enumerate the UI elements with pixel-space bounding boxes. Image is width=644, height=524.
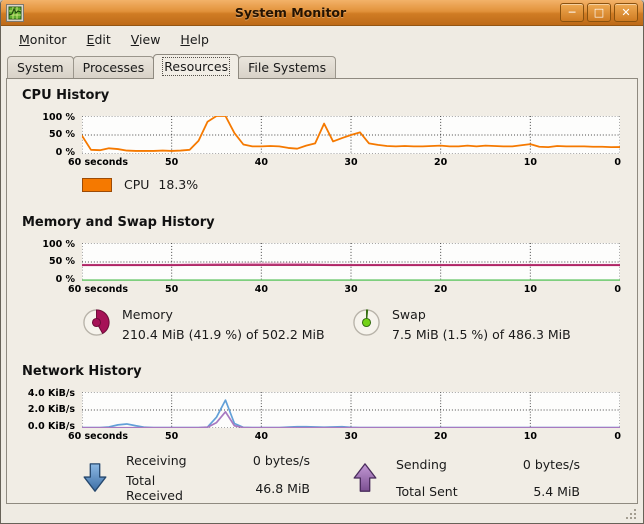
tab-processes[interactable]: Processes	[72, 56, 155, 78]
tab-file-systems[interactable]: File Systems	[238, 56, 337, 78]
cpu-legend-label: CPU	[124, 177, 150, 192]
memory-label: Memory	[122, 307, 173, 322]
swap-detail: 7.5 MiB (1.5 %) of 486.3 MiB	[392, 327, 571, 342]
cpu-x-axis: 60 seconds 50 40 30 20 10 0	[68, 157, 621, 168]
network-chart: 4.0 KiB/s 2.0 KiB/s 0.0 KiB/s 60 seconds 50…	[22, 388, 621, 445]
memory-x-axis: 60 seconds 50 40 30 20 10 0	[68, 284, 621, 295]
memory-swap-history-title: Memory and Swap History	[22, 215, 215, 230]
total-received-label: Total Received	[126, 473, 183, 503]
resize-grip[interactable]	[626, 509, 638, 521]
total-received-value: 46.8 MiB	[255, 480, 310, 496]
resources-panel: CPU History 100 % 50 % 0 % 60 seconds 50 40 3…	[6, 78, 638, 504]
window-title: System Monitor	[234, 5, 347, 20]
cpu-graph	[82, 116, 620, 154]
cpu-y-axis: 100 % 50 % 0 %	[42, 112, 75, 158]
minimize-button[interactable]: ─	[560, 3, 584, 22]
system-monitor-app-icon	[6, 3, 24, 22]
network-stats: Receiving 0 bytes/s Total Received 46.8 …	[82, 453, 622, 503]
cpu-legend: CPU 18.3%	[82, 177, 622, 192]
system-monitor-window: System Monitor ─ □ ✕ Monitor Edit View H…	[0, 0, 644, 524]
receiving-value: 0 bytes/s	[252, 453, 310, 468]
swap-legend: Swap 7.5 MiB (1.5 %) of 486.3 MiB	[352, 306, 622, 343]
network-graph	[82, 392, 620, 428]
sending-label: Sending	[396, 456, 447, 472]
swap-pie-icon	[353, 309, 380, 336]
menubar: Monitor Edit View Help	[1, 26, 643, 52]
network-x-axis: 60 seconds 50 40 30 20 10 0	[68, 431, 621, 442]
tab-system[interactable]: System	[7, 56, 74, 78]
sending-value: 0 bytes/s	[522, 456, 580, 472]
receiving-arrow-icon	[83, 463, 107, 492]
tab-bar: System Processes Resources File Systems	[1, 52, 643, 79]
cpu-history-title: CPU History	[22, 88, 110, 103]
swap-label: Swap	[392, 307, 426, 322]
menu-help[interactable]: Help	[170, 28, 219, 51]
memory-y-axis: 100 % 50 % 0 %	[42, 239, 75, 285]
memory-pie-icon	[83, 309, 110, 336]
menu-monitor[interactable]: Monitor	[9, 28, 77, 51]
memory-swap-legends: Memory 210.4 MiB (41.9 %) of 502.2 MiB S…	[82, 306, 622, 343]
memory-detail: 210.4 MiB (41.9 %) of 502.2 MiB	[122, 327, 325, 342]
total-sent-value: 5.4 MiB	[533, 484, 580, 500]
menu-edit[interactable]: Edit	[77, 28, 121, 51]
memory-legend: Memory 210.4 MiB (41.9 %) of 502.2 MiB	[82, 306, 352, 343]
network-y-axis: 4.0 KiB/s 2.0 KiB/s 0.0 KiB/s	[27, 388, 75, 432]
receiving-label: Receiving	[126, 453, 187, 468]
memory-swap-graph	[82, 243, 620, 281]
menu-view[interactable]: View	[121, 28, 171, 51]
cpu-legend-value: 18.3%	[158, 177, 199, 192]
sending-arrow-icon	[353, 463, 377, 492]
network-history-title: Network History	[22, 364, 142, 379]
cpu-chart: 100 % 50 % 0 % 60 seconds 50 40 30 20 10 0	[22, 112, 621, 171]
sending-block: Sending 0 bytes/s Total Sent 5.4 MiB	[352, 453, 622, 503]
titlebar[interactable]: System Monitor ─ □ ✕	[1, 0, 643, 26]
receiving-block: Receiving 0 bytes/s Total Received 46.8 …	[82, 453, 352, 503]
memory-swap-chart: 100 % 50 % 0 % 60 seconds 50 40 30 20 10 0	[22, 239, 621, 298]
cpu-color-swatch	[82, 177, 112, 192]
statusbar	[1, 504, 643, 523]
total-sent-label: Total Sent	[396, 484, 458, 500]
close-button[interactable]: ✕	[614, 3, 638, 22]
tab-resources[interactable]: Resources	[153, 54, 240, 79]
maximize-button[interactable]: □	[587, 3, 611, 22]
